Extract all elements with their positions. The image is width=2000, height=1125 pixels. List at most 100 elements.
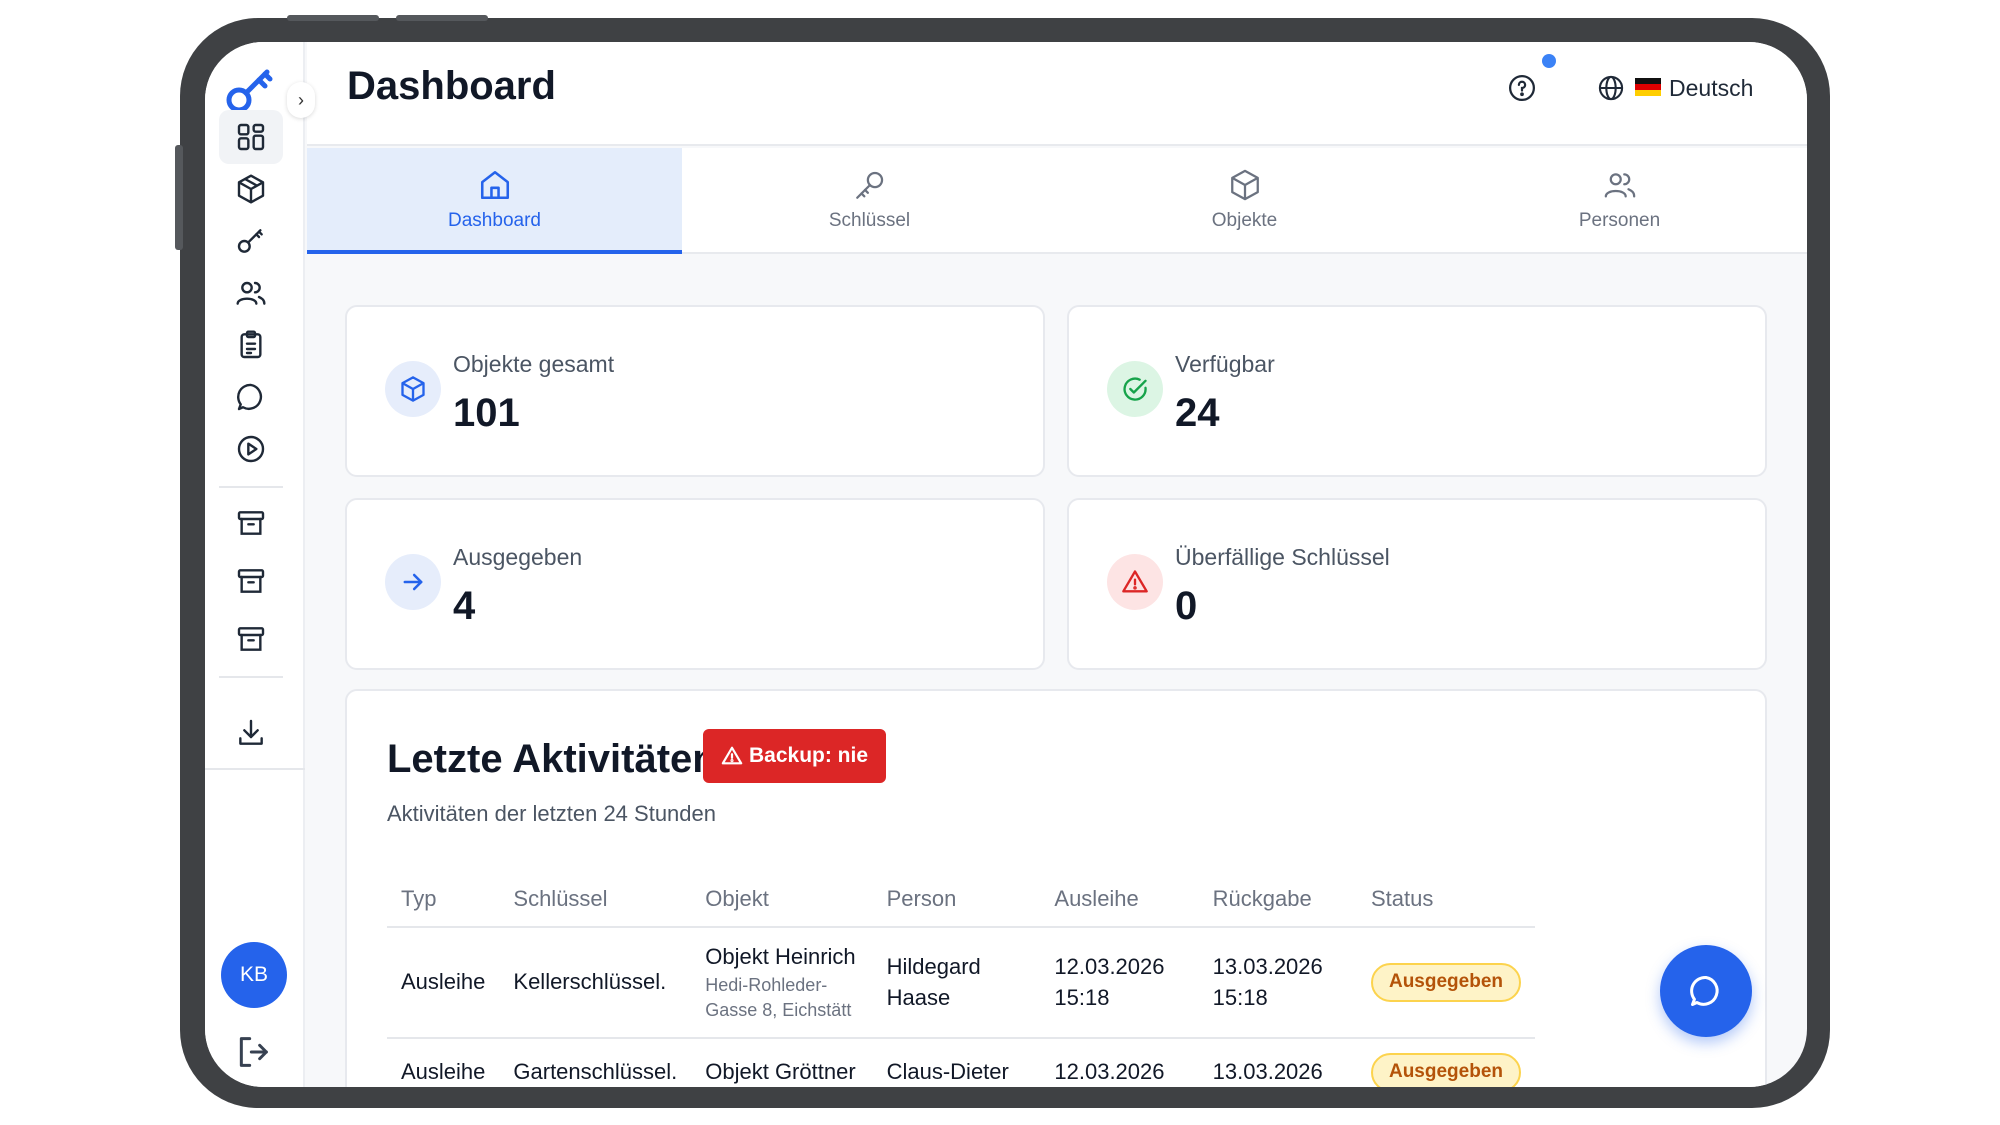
ausleihe-date: 12.03.2026 (1054, 1059, 1165, 1085)
tab-label: Dashboard (448, 210, 541, 231)
ausleihe-date: 12.03.2026 (1054, 953, 1165, 979)
nav-box-icon[interactable] (219, 162, 283, 216)
alert-triangle-icon (1107, 554, 1163, 610)
cell-person: Hildegard Haase (872, 927, 1041, 1040)
stat-label: Überfällige Schlüssel (1175, 544, 1390, 570)
stat-label: Verfügbar (1175, 351, 1275, 377)
notification-dot (1542, 54, 1556, 68)
stat-value: 24 (1175, 391, 1220, 435)
language-selector[interactable]: Deutsch (1669, 75, 1753, 102)
nav-message-icon[interactable] (219, 370, 283, 424)
tablet-button (396, 15, 488, 21)
german-flag-icon[interactable] (1635, 78, 1661, 96)
rueckgabe-time: 15:18 (1212, 984, 1268, 1010)
stat-value: 101 (453, 391, 520, 435)
page-title: Dashboard (347, 64, 556, 108)
activity-table: Typ Schlüssel Objekt Person Ausleihe Rüc… (387, 871, 1535, 1087)
cell-typ: Ausleihe (387, 1038, 500, 1087)
status-badge: Ausgegeben (1370, 963, 1521, 1002)
nav-archive-icon[interactable] (219, 612, 283, 666)
objekt-address: Hedi-Rohleder-Gasse 8, Eichstätt (705, 974, 852, 1020)
cell-rueckgabe: 13.03.2026 15:18 (1198, 927, 1357, 1040)
activity-card: Letzte Aktivitäten Backup: nie Aktivität… (345, 689, 1767, 1087)
box-icon (385, 361, 441, 417)
cell-status: Ausgegeben (1356, 927, 1535, 1040)
tab-label: Schlüssel (828, 210, 911, 231)
column-header: Status (1356, 871, 1535, 928)
collapse-sidebar-button[interactable]: › (287, 82, 315, 118)
sidebar-divider (219, 486, 283, 488)
cell-schluessel: Kellerschlüssel. (499, 927, 692, 1040)
cell-person: Claus-Dieter (872, 1038, 1041, 1087)
users-icon (1604, 173, 1635, 198)
column-header: Ausleihe (1040, 871, 1199, 928)
objekt-name: Objekt Heinrich (705, 944, 856, 969)
arrow-right-icon (385, 554, 441, 610)
nav-dashboard-icon[interactable] (219, 110, 283, 164)
tab-label: Objekte (1211, 210, 1278, 231)
stat-value: 4 (453, 584, 476, 628)
stat-card-ueberfaellig[interactable]: Überfällige Schlüssel 0 (1067, 498, 1767, 670)
tab-personen[interactable]: Personen (1432, 148, 1807, 252)
sidebar: › KB (205, 42, 315, 1087)
backup-badge-label: Backup: nie (749, 744, 869, 767)
user-avatar[interactable]: KB (221, 942, 287, 1008)
tab-objekte[interactable]: Objekte (1057, 148, 1432, 252)
help-circle-icon[interactable] (1507, 73, 1537, 103)
key-icon (855, 171, 883, 199)
cell-rueckgabe: 13.03.2026 (1198, 1038, 1357, 1087)
tab-dashboard[interactable]: Dashboard (307, 148, 682, 254)
column-header: Objekt (691, 871, 873, 928)
cell-schluessel: Gartenschlüssel. (499, 1038, 692, 1087)
cell-ausleihe: 12.03.2026 (1040, 1038, 1199, 1087)
cell-typ: Ausleihe (387, 927, 500, 1040)
nav-archive-icon[interactable] (219, 496, 283, 550)
table-row[interactable]: Ausleihe Gartenschlüssel. Objekt Gröttne… (387, 1038, 1535, 1087)
tablet-button (287, 15, 379, 21)
chat-button[interactable] (1660, 945, 1752, 1037)
column-header: Person (872, 871, 1041, 928)
check-circle-icon (1107, 361, 1163, 417)
status-badge: Ausgegeben (1370, 1053, 1521, 1087)
tab-label: Personen (1578, 210, 1661, 231)
column-header: Schlüssel (499, 871, 692, 928)
box-icon (1230, 169, 1259, 201)
cell-objekt: Objekt Heinrich Hedi-Rohleder-Gasse 8, E… (691, 927, 873, 1040)
stat-label: Ausgegeben (453, 544, 583, 570)
stat-card-objekte[interactable]: Objekte gesamt 101 (345, 305, 1045, 477)
ausleihe-time: 15:18 (1054, 984, 1110, 1010)
activity-title: Letzte Aktivitäten (387, 737, 717, 781)
tab-schluessel[interactable]: Schlüssel (682, 148, 1057, 252)
rueckgabe-date: 13.03.2026 (1212, 1059, 1323, 1085)
warning-icon (721, 746, 743, 765)
nav-users-icon[interactable] (219, 266, 283, 320)
chat-bubble-icon (1690, 975, 1719, 1006)
table-header-row: Typ Schlüssel Objekt Person Ausleihe Rüc… (387, 871, 1535, 928)
backup-warning-badge[interactable]: Backup: nie (703, 729, 887, 783)
tablet-button (175, 145, 183, 250)
top-header: Dashboard Deutsch (307, 42, 1807, 146)
home-icon (480, 170, 509, 200)
logout-icon[interactable] (233, 1032, 273, 1072)
cell-objekt: Objekt Gröttner (691, 1038, 873, 1087)
tab-bar: Dashboard Schlüssel Objekte Personen (307, 148, 1807, 254)
nav-archive-icon[interactable] (219, 554, 283, 608)
column-header: Typ (387, 871, 500, 928)
screen: › KB Dashboard Deutsch Dashboard Schlüss… (205, 42, 1807, 1087)
stat-card-ausgegeben[interactable]: Ausgegeben 4 (345, 498, 1045, 670)
globe-icon[interactable] (1597, 74, 1625, 102)
column-header: Rückgabe (1198, 871, 1357, 928)
nav-key-icon[interactable] (219, 214, 283, 268)
sidebar-divider (205, 768, 305, 770)
activity-subtitle: Aktivitäten der letzten 24 Stunden (387, 801, 716, 826)
cell-status: Ausgegeben (1356, 1038, 1535, 1087)
nav-clipboard-icon[interactable] (219, 318, 283, 372)
objekt-name: Objekt Gröttner (705, 1059, 856, 1085)
nav-play-icon[interactable] (219, 422, 283, 476)
table-row[interactable]: Ausleihe Kellerschlüssel. Objekt Heinric… (387, 927, 1535, 1040)
stat-label: Objekte gesamt (453, 351, 615, 377)
nav-download-icon[interactable] (219, 706, 283, 760)
stat-card-verfuegbar[interactable]: Verfügbar 24 (1067, 305, 1767, 477)
stat-value: 0 (1175, 584, 1198, 628)
sidebar-divider (219, 676, 283, 678)
